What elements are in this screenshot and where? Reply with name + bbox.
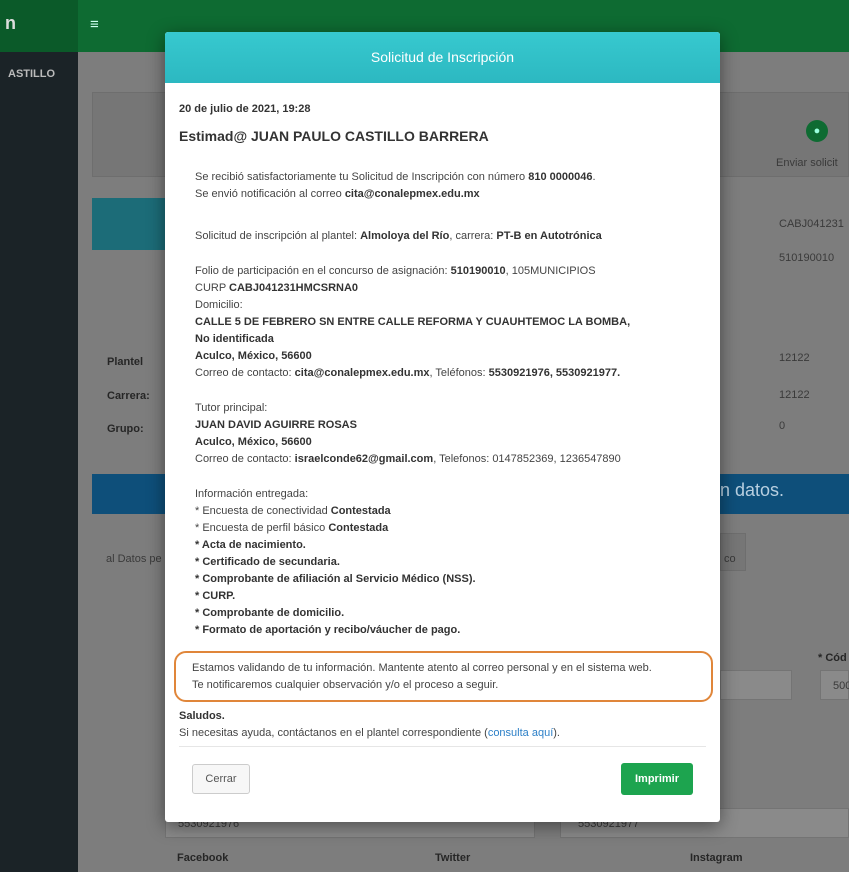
tutor-address: Aculco, México, 56600	[195, 436, 312, 448]
receipt-line: Se recibió satisfactoriamente tu Solicit…	[195, 169, 706, 186]
contact-label: Correo de contacto:	[195, 367, 295, 379]
address-label: Domicilio:	[195, 299, 243, 311]
survey-status: Contestada	[328, 522, 389, 534]
alert-line: Estamos validando de tu información. Man…	[192, 662, 652, 674]
curp-label: CURP	[195, 282, 230, 294]
help-link[interactable]: consulta aquí	[488, 727, 553, 739]
document-item: * Certificado de secundaria.	[195, 556, 340, 568]
notify-line: Se envió notificación al correo cita@con…	[195, 186, 706, 203]
contact-phones: 5530921976, 5530921977.	[488, 367, 621, 379]
school-name: Almoloya del Río	[360, 230, 450, 242]
modal-header: Solicitud de Inscripción	[165, 32, 720, 83]
document-item: * Acta de nacimiento.	[195, 539, 306, 551]
tab-other-label: co	[724, 553, 736, 565]
side-value: 12122	[779, 389, 810, 401]
modal-footer: Cerrar Imprimir	[179, 746, 706, 795]
notify-email: cita@conalepmex.edu.mx	[344, 188, 480, 200]
school-label: Solicitud de inscripción al plantel:	[195, 230, 361, 242]
alert-line: Te notificaremos cualquier observación y…	[192, 679, 499, 691]
twitter-label: Twitter	[435, 852, 471, 864]
sidebar: ASTILLO	[0, 52, 78, 872]
address-line: Aculco, México, 56600	[195, 350, 312, 362]
sidebar-user-name: ASTILLO	[8, 68, 56, 80]
close-button[interactable]: Cerrar	[192, 764, 250, 794]
tutor-email: israelconde62@gmail.com	[294, 453, 434, 465]
document-item: * Comprobante de domicilio.	[195, 607, 345, 619]
notify-text: Se envió notificación al correo	[195, 188, 345, 200]
career-name: PT-B en Autotrónica	[496, 230, 602, 242]
document-item: * Comprobante de afiliación al Servicio …	[195, 573, 476, 585]
submission-date: 20 de julio de 2021, 19:28	[179, 103, 311, 115]
curp-value: CABJ041231HMCSRNA0	[229, 282, 359, 294]
facebook-label: Facebook	[177, 852, 229, 864]
survey-line: * Encuesta de perfil básico Contestada	[195, 520, 706, 537]
print-button[interactable]: Imprimir	[621, 763, 693, 795]
tutor-label: Tutor principal:	[195, 402, 268, 414]
label-grupo: Grupo:	[107, 423, 144, 435]
banner-text: n datos.	[720, 480, 785, 500]
receipt-block: Se recibió satisfactoriamente tu Solicit…	[195, 169, 706, 203]
career-label: , carrera:	[449, 230, 497, 242]
survey-line: * Encuesta de conectividad Contestada	[195, 503, 706, 520]
curp-line: CURP CABJ041231HMCSRNA0	[195, 280, 706, 297]
tutor-contact-line: Correo de contacto: israelconde62@gmail.…	[195, 451, 706, 468]
folio-number: 510190010	[450, 265, 506, 277]
bg-input-value: 500	[833, 680, 849, 692]
label-carrera: Carrera:	[107, 390, 150, 402]
modal-title: Solicitud de Inscripción	[370, 49, 515, 65]
tutor-block: Tutor principal: JUAN DAVID AGUIRRE ROSA…	[195, 400, 706, 468]
document-item: * Formato de aportación y recibo/váucher…	[195, 624, 461, 636]
tab-datos-personales[interactable]: al Datos pe	[106, 553, 162, 565]
saludos: Saludos.	[179, 710, 225, 722]
brand-text: n	[5, 13, 16, 33]
modal-body: 20 de julio de 2021, 19:28 Estimad@ JUAN…	[165, 83, 720, 742]
tutor-phones-label: , Telefonos:	[433, 453, 493, 465]
tutor-phones: 0147852369, 1236547890	[492, 453, 621, 465]
survey-label: * Encuesta de conectividad	[195, 505, 331, 517]
receipt-suffix: .	[592, 171, 596, 183]
tab-other[interactable]	[720, 533, 746, 571]
address-line: No identificada	[195, 333, 274, 345]
required-field-label: * Cód	[818, 652, 847, 664]
registration-modal: Solicitud de Inscripción 20 de julio de …	[165, 32, 720, 822]
side-value: CABJ041231	[779, 218, 844, 230]
step-check-icon: ●	[806, 120, 828, 142]
help-text: Si necesitas ayuda, contáctanos en el pl…	[179, 727, 488, 739]
help-line: Si necesitas ayuda, contáctanos en el pl…	[179, 725, 706, 742]
school-block: Solicitud de inscripción al plantel: Alm…	[195, 228, 706, 245]
profile-card	[92, 198, 170, 250]
side-value: 0	[779, 420, 786, 432]
label-plantel: Plantel	[107, 356, 144, 368]
phones-label: , Teléfonos:	[429, 367, 489, 379]
document-item: * CURP.	[195, 590, 236, 602]
tutor-name: JUAN DAVID AGUIRRE ROSAS	[195, 419, 357, 431]
documents-block: Información entregada: * Encuesta de con…	[195, 486, 706, 639]
help-suffix: ).	[553, 727, 560, 739]
brand-logo: n	[0, 0, 78, 52]
request-number: 810 0000046	[528, 171, 593, 183]
survey-label: * Encuesta de perfil básico	[195, 522, 329, 534]
contact-email: cita@conalepmex.edu.mx	[294, 367, 430, 379]
menu-toggle-icon[interactable]: ≡	[90, 16, 99, 33]
school-line: Solicitud de inscripción al plantel: Alm…	[195, 228, 706, 245]
validation-alert: Estamos validando de tu información. Man…	[174, 651, 713, 702]
info-label: Información entregada:	[195, 488, 309, 500]
greeting: Estimad@ JUAN PAULO CASTILLO BARRERA	[179, 128, 489, 144]
side-value: 510190010	[779, 252, 835, 264]
folio-label: Folio de participación en el concurso de…	[195, 265, 451, 277]
folio-suffix: , 105MUNICIPIOS	[505, 265, 596, 277]
contact-line: Correo de contacto: cita@conalepmex.edu.…	[195, 365, 706, 382]
bg-input[interactable]	[720, 670, 792, 700]
applicant-block: Folio de participación en el concurso de…	[195, 263, 706, 382]
instagram-label: Instagram	[690, 852, 743, 864]
tutor-contact-label: Correo de contacto:	[195, 453, 295, 465]
step-label: Enviar solicit	[776, 157, 838, 169]
side-value: 12122	[779, 352, 810, 364]
folio-line: Folio de participación en el concurso de…	[195, 263, 706, 280]
address-line: CALLE 5 DE FEBRERO SN ENTRE CALLE REFORM…	[195, 316, 631, 328]
receipt-text: Se recibió satisfactoriamente tu Solicit…	[195, 171, 529, 183]
survey-status: Contestada	[330, 505, 391, 517]
